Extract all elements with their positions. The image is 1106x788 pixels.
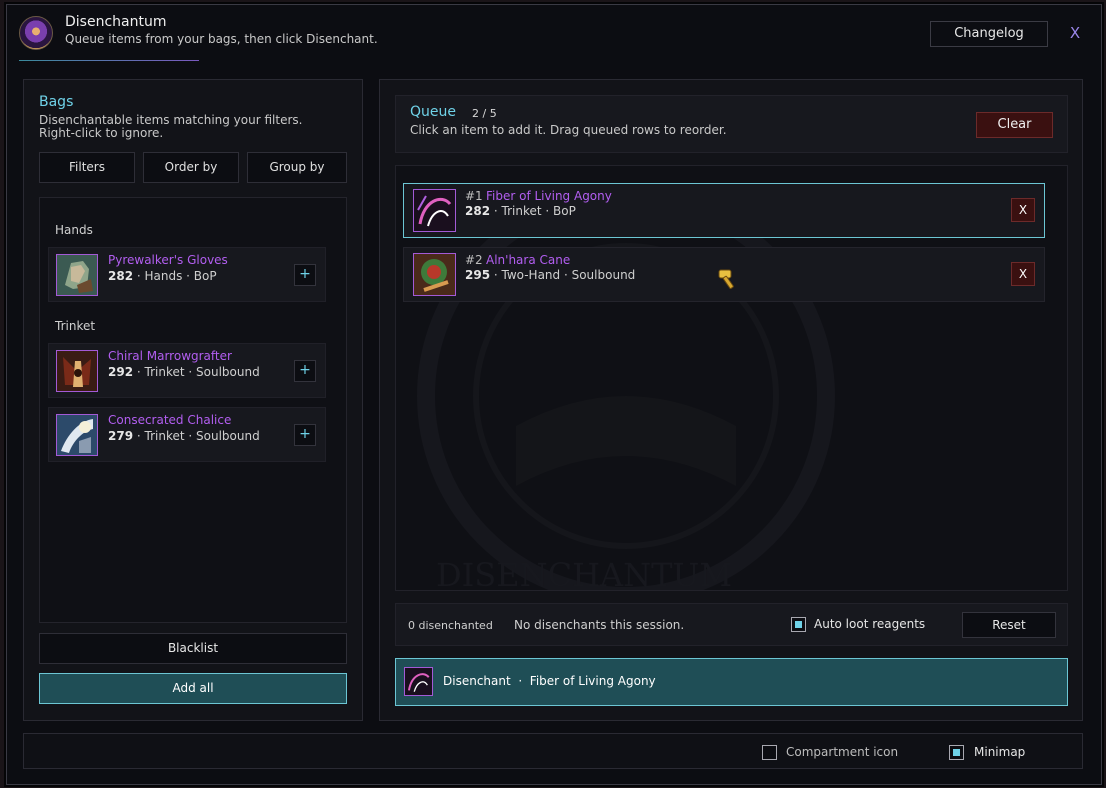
item-name: Pyrewalker's Gloves xyxy=(108,253,228,267)
changelog-button[interactable]: Changelog xyxy=(930,21,1048,47)
window-subtitle: Queue items from your bags, then click D… xyxy=(65,32,378,46)
remove-from-queue-button[interactable]: X xyxy=(1011,198,1035,222)
compartment-icon-checkbox[interactable] xyxy=(762,745,777,760)
queue-panel: Queue 2 / 5 Click an item to add it. Dra… xyxy=(379,79,1083,721)
addon-window: Disenchantum Queue items from your bags,… xyxy=(6,4,1102,785)
compartment-icon-label: Compartment icon xyxy=(786,745,899,759)
bag-item-row[interactable]: Chiral Marrowgrafter 292 · Trinket · Sou… xyxy=(48,343,326,398)
queue-list[interactable]: DISENCHANTUM #1 Fiber of Living Agony 28… xyxy=(395,165,1068,591)
bags-title: Bags xyxy=(39,94,74,110)
auto-loot-label: Auto loot reagents xyxy=(814,617,926,631)
queue-item-meta: 282 · Trinket · BoP xyxy=(465,204,576,218)
status-bar: 0 disenchanted No disenchants this sessi… xyxy=(395,603,1068,646)
bag-item-row[interactable]: Pyrewalker's Gloves 282 · Hands · BoP + xyxy=(48,247,326,302)
close-button[interactable]: X xyxy=(1067,24,1083,44)
remove-from-queue-button[interactable]: X xyxy=(1011,262,1035,286)
queue-position: #1 xyxy=(465,189,483,203)
queue-description: Click an item to add it. Drag queued row… xyxy=(410,123,727,137)
queue-position: #2 xyxy=(465,253,483,267)
queue-count: 2 / 5 xyxy=(472,107,497,120)
disenchant-button[interactable]: Disenchant · Fiber of Living Agony xyxy=(395,658,1068,706)
clear-queue-button[interactable]: Clear xyxy=(976,112,1053,138)
marrowgrafter-icon xyxy=(56,350,98,392)
item-meta: 279 · Trinket · Soulbound xyxy=(108,429,260,443)
queue-item-meta: 295 · Two-Hand · Soulbound xyxy=(465,268,636,282)
add-to-queue-button[interactable]: + xyxy=(294,424,316,446)
reset-button[interactable]: Reset xyxy=(962,612,1056,638)
disenchant-label: Disenchant · Fiber of Living Agony xyxy=(443,674,656,688)
queue-title: Queue xyxy=(410,104,456,120)
bags-panel: Bags Disenchantable items matching your … xyxy=(23,79,363,721)
blacklist-button[interactable]: Blacklist xyxy=(39,633,347,664)
watermark-text: DISENCHANTUM xyxy=(436,556,732,591)
addon-logo-icon xyxy=(19,16,53,50)
item-name: Chiral Marrowgrafter xyxy=(108,349,232,363)
auto-loot-checkbox[interactable] xyxy=(791,617,806,632)
window-title: Disenchantum xyxy=(65,14,167,30)
hammer-cursor-icon xyxy=(718,269,734,289)
session-message: No disenchants this session. xyxy=(514,618,685,632)
bags-description: Disenchantable items matching your filte… xyxy=(39,113,303,140)
disenchant-count: 0 disenchanted xyxy=(408,619,493,632)
bag-item-list[interactable]: Hands Pyrewalker's Gloves 282 · Hands · … xyxy=(39,197,347,623)
gloves-icon xyxy=(56,254,98,296)
queue-header: Queue 2 / 5 Click an item to add it. Dra… xyxy=(395,95,1068,153)
group-label-trinket: Trinket xyxy=(55,319,96,333)
add-all-button[interactable]: Add all xyxy=(39,673,347,704)
bag-item-row[interactable]: Consecrated Chalice 279 · Trinket · Soul… xyxy=(48,407,326,462)
fiber-icon xyxy=(413,189,456,232)
add-to-queue-button[interactable]: + xyxy=(294,360,316,382)
item-meta: 292 · Trinket · Soulbound xyxy=(108,365,260,379)
group-label-hands: Hands xyxy=(55,223,93,237)
queue-item-name: Fiber of Living Agony xyxy=(486,189,612,203)
fiber-icon xyxy=(404,667,433,696)
queue-row[interactable]: #1 Fiber of Living Agony 282 · Trinket ·… xyxy=(403,183,1045,238)
minimap-label: Minimap xyxy=(974,745,1026,759)
item-meta: 282 · Hands · BoP xyxy=(108,269,217,283)
minimap-checkbox[interactable] xyxy=(949,745,964,760)
add-to-queue-button[interactable]: + xyxy=(294,264,316,286)
header-underline xyxy=(19,60,199,61)
footer-bar: Compartment icon Minimap xyxy=(23,733,1083,769)
order-by-button[interactable]: Order by xyxy=(143,152,239,183)
filters-button[interactable]: Filters xyxy=(39,152,135,183)
group-by-button[interactable]: Group by xyxy=(247,152,347,183)
item-name: Consecrated Chalice xyxy=(108,413,232,427)
chalice-icon xyxy=(56,414,98,456)
cane-icon xyxy=(413,253,456,296)
queue-item-name: Aln'hara Cane xyxy=(486,253,571,267)
